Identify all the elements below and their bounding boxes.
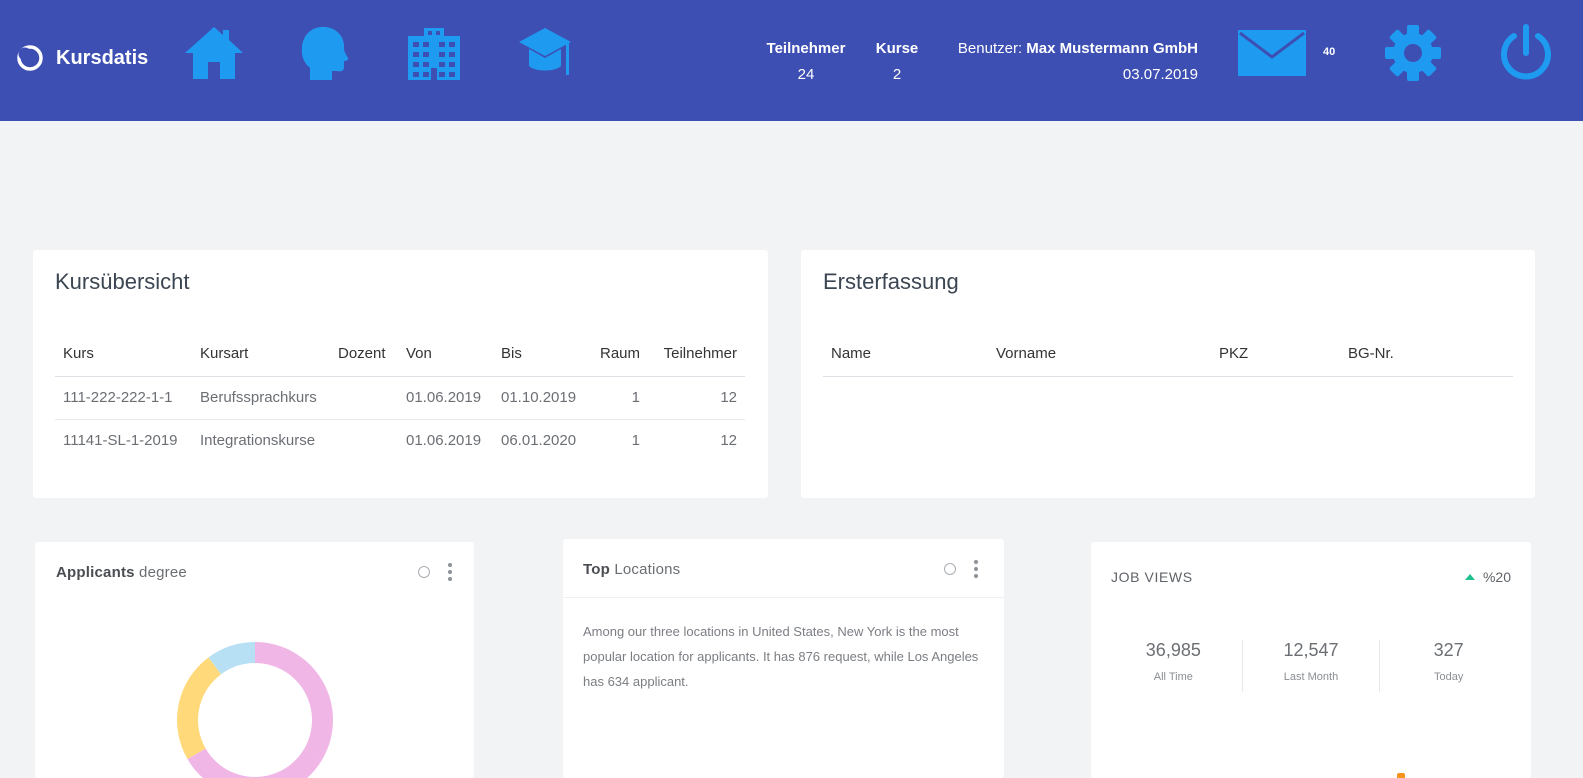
table-header-row: Name Vorname PKZ BG-Nr. bbox=[823, 332, 1513, 377]
start-date-cell: 01.06.2019 bbox=[398, 376, 493, 420]
stat-all-time: 36,985 All Time bbox=[1105, 640, 1243, 692]
power-icon bbox=[1501, 24, 1551, 80]
divider bbox=[563, 597, 1004, 598]
top-locations-widget: Top Locations Among our three locations … bbox=[563, 539, 1004, 778]
participants-stat: Teilnehmer 24 bbox=[766, 40, 846, 83]
column-header[interactable]: Teilnehmer bbox=[648, 332, 745, 377]
end-date-cell: 06.01.2020 bbox=[501, 432, 577, 450]
applicants-degree-widget: Applicants degree bbox=[35, 542, 474, 778]
donut-segment-pink bbox=[255, 642, 333, 759]
job-views-trend: %20 bbox=[1464, 569, 1511, 585]
unread-message-count: 40 bbox=[1323, 46, 1336, 58]
refresh-circle-icon[interactable] bbox=[944, 563, 956, 575]
column-header[interactable]: Raum bbox=[588, 332, 648, 377]
user-prefix: Benutzer: bbox=[957, 40, 1023, 57]
column-header[interactable]: Kursart bbox=[192, 332, 330, 377]
applicants-title-bold: Applicants bbox=[56, 563, 135, 581]
start-date-cell: 01.06.2019 bbox=[406, 432, 482, 450]
top-locations-title: Top Locations bbox=[583, 561, 680, 578]
current-date: 03.07.2019 bbox=[1122, 66, 1198, 83]
course-overview-title: Kursübersicht bbox=[55, 269, 190, 294]
building-icon bbox=[408, 28, 460, 80]
participants-cell: 12 bbox=[720, 432, 737, 450]
lecturer-cell bbox=[330, 419, 398, 462]
courses-count: 2 bbox=[892, 66, 902, 83]
stat-today: 327 Today bbox=[1380, 640, 1517, 692]
brand-name: Kursdatis bbox=[56, 46, 149, 69]
room-cell: 1 bbox=[631, 432, 640, 450]
column-header[interactable]: Dozent bbox=[330, 332, 398, 377]
top-locations-title-bold: Top bbox=[583, 560, 610, 578]
brand-logo-icon bbox=[17, 45, 43, 71]
stat-value: 12,547 bbox=[1283, 640, 1339, 660]
course-id-cell: 111-222-222-1-1 bbox=[55, 376, 192, 420]
courses-label: Kurse bbox=[875, 40, 919, 57]
column-header[interactable]: Bis bbox=[493, 332, 588, 377]
settings-button[interactable] bbox=[1384, 24, 1442, 87]
applicants-donut-chart bbox=[177, 642, 333, 778]
course-id-cell: 11141-SL-1-2019 bbox=[63, 432, 178, 450]
brand[interactable]: Kursdatis bbox=[16, 44, 148, 72]
participants-nav-button[interactable] bbox=[294, 24, 356, 82]
course-type-cell: Integrationskurse bbox=[200, 432, 316, 450]
more-options-icon[interactable] bbox=[974, 560, 978, 578]
lecturer-cell bbox=[330, 376, 398, 420]
donut-segment-yellow bbox=[177, 657, 221, 759]
room-cell: 1 bbox=[588, 376, 648, 420]
table-row[interactable]: 111-222-222-1-1 Berufssprachkurs 01.06.2… bbox=[55, 376, 745, 420]
initial-registration-title: Ersterfassung bbox=[823, 269, 959, 294]
donut-segment-pink-lower bbox=[187, 748, 323, 778]
graduation-cap-icon bbox=[519, 28, 571, 75]
home-nav-button[interactable] bbox=[183, 24, 245, 82]
job-views-trend-value: %20 bbox=[1482, 569, 1511, 585]
stat-last-month: 12,547 Last Month bbox=[1243, 640, 1381, 692]
top-navigation-bar: Kursdatis Teilnehmer 24 Kurse 2 Benutzer… bbox=[0, 0, 1583, 121]
user-info: Benutzer: Max Mustermann GmbH 03.07.2019 bbox=[958, 40, 1198, 83]
end-date-cell: 01.10.2019 bbox=[493, 376, 588, 420]
column-header[interactable]: PKZ bbox=[1211, 332, 1340, 377]
chart-peek-marker bbox=[1397, 773, 1405, 778]
courses-nav-button[interactable] bbox=[514, 24, 576, 82]
messages-button[interactable] bbox=[1238, 30, 1306, 81]
applicants-title-rest: degree bbox=[134, 563, 187, 581]
trend-up-icon bbox=[1464, 574, 1475, 580]
mail-icon bbox=[1238, 30, 1306, 76]
institution-nav-button[interactable] bbox=[403, 24, 465, 82]
course-overview-table: Kurs Kursart Dozent Von Bis Raum Teilneh… bbox=[55, 332, 745, 462]
top-locations-description: Among our three locations in United Stat… bbox=[583, 624, 979, 689]
column-header[interactable]: Name bbox=[823, 332, 988, 377]
job-views-title: JOB VIEWS bbox=[1111, 569, 1193, 585]
user-name: Max Mustermann GmbH bbox=[1026, 40, 1198, 57]
participants-cell: 12 bbox=[648, 376, 745, 420]
initial-registration-table: Name Vorname PKZ BG-Nr. bbox=[823, 332, 1513, 377]
job-views-stats: 36,985 All Time 12,547 Last Month 327 To… bbox=[1105, 640, 1517, 692]
applicants-degree-title: Applicants degree bbox=[56, 564, 187, 581]
column-header[interactable]: Von bbox=[398, 332, 493, 377]
head-profile-icon bbox=[301, 26, 349, 81]
stat-label: All Time bbox=[1153, 671, 1193, 683]
home-icon bbox=[185, 27, 243, 79]
course-type-cell: Berufssprachkurs bbox=[192, 376, 330, 420]
participants-label: Teilnehmer bbox=[766, 40, 846, 57]
more-options-icon[interactable] bbox=[448, 563, 452, 581]
stat-value: 36,985 bbox=[1145, 640, 1201, 660]
stat-label: Today bbox=[1434, 671, 1464, 683]
refresh-circle-icon[interactable] bbox=[418, 566, 430, 578]
table-row[interactable]: 11141-SL-1-2019 Integrationskurse 01.06.… bbox=[55, 419, 745, 462]
stat-value: 327 bbox=[1433, 640, 1464, 660]
column-header[interactable]: Vorname bbox=[988, 332, 1211, 377]
table-header-row: Kurs Kursart Dozent Von Bis Raum Teilneh… bbox=[55, 332, 745, 377]
column-header[interactable]: Kurs bbox=[55, 332, 192, 377]
column-header[interactable]: BG-Nr. bbox=[1340, 332, 1513, 377]
job-views-widget: JOB VIEWS %20 36,985 All Time 12,547 Las… bbox=[1091, 542, 1531, 778]
courses-stat: Kurse 2 bbox=[872, 40, 922, 83]
participants-count: 24 bbox=[797, 66, 815, 83]
course-overview-card: Kursübersicht Kurs Kursart Dozent Von Bi… bbox=[33, 250, 768, 498]
initial-registration-card: Ersterfassung Name Vorname PKZ BG-Nr. bbox=[801, 250, 1535, 498]
stat-label: Last Month bbox=[1283, 671, 1339, 683]
logout-button[interactable] bbox=[1497, 24, 1555, 87]
gear-icon bbox=[1385, 25, 1441, 81]
top-locations-title-rest: Locations bbox=[609, 560, 681, 578]
